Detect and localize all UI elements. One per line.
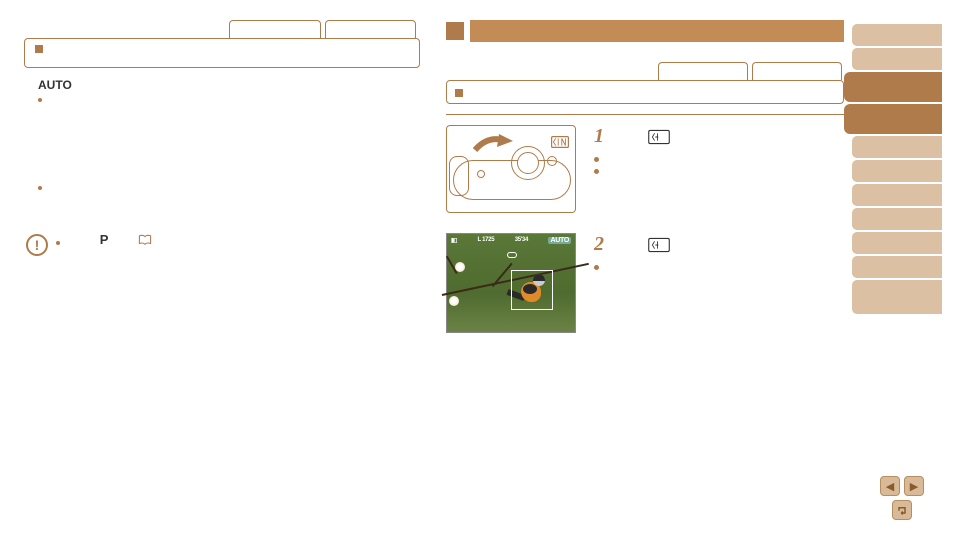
step2-bullet-1 xyxy=(594,260,844,270)
right-tab-2[interactable] xyxy=(752,62,842,80)
sidebar-tab-7[interactable] xyxy=(852,184,942,206)
return-icon xyxy=(896,504,908,516)
zoom-arrow-icon xyxy=(473,134,513,157)
left-tab-1[interactable] xyxy=(229,20,321,38)
overlay-time-remaining: 35'34 xyxy=(515,237,528,244)
banner-square-icon xyxy=(446,22,464,40)
af-frame-icon xyxy=(511,270,553,310)
step1-bullet-2 xyxy=(594,164,844,174)
square-bullet-icon xyxy=(455,89,463,97)
step-2: ▮▯ L 1725 35'34 AUTO xyxy=(446,233,844,333)
next-page-button[interactable]: ▶ xyxy=(904,476,924,496)
bullet-dot-icon xyxy=(38,98,42,102)
left-tab-2[interactable] xyxy=(325,20,417,38)
overlay-shots-remaining: L 1725 xyxy=(477,237,494,244)
right-tab-1[interactable] xyxy=(658,62,748,80)
overlay-indicator-icon xyxy=(507,252,517,258)
p-mode-icon: P xyxy=(100,232,109,247)
left-section-box xyxy=(24,38,420,68)
lcd-preview: ▮▯ L 1725 35'34 AUTO xyxy=(446,233,576,333)
sidebar-tab-6[interactable] xyxy=(852,160,942,182)
overlay-auto-badge: AUTO xyxy=(548,237,571,244)
camera-top-diagram xyxy=(446,125,576,213)
square-bullet-icon xyxy=(35,45,43,53)
banner-bar xyxy=(470,20,844,42)
left-bullet-1 xyxy=(24,92,420,102)
step-number-2: 2 xyxy=(594,233,604,256)
left-bullet-2 xyxy=(24,180,420,190)
bullet-dot-icon xyxy=(594,157,599,162)
overlay-battery-icon: ▮▯ xyxy=(451,237,457,244)
bullet-dot-icon xyxy=(594,265,599,270)
sidebar-tab-9[interactable] xyxy=(852,232,942,254)
sidebar-tab-5[interactable] xyxy=(852,136,942,158)
book-ref-icon xyxy=(138,234,152,246)
bullet-dot-icon xyxy=(56,241,60,245)
sidebar-tab-2[interactable] xyxy=(852,48,942,70)
sidebar-tab-1[interactable] xyxy=(852,24,942,46)
telephoto-icon xyxy=(648,129,670,145)
caution-icon: ! xyxy=(26,234,48,256)
step-1: 1 head xyxy=(446,125,844,213)
bullet-dot-icon xyxy=(38,186,42,190)
sidebar-tab-3[interactable] xyxy=(844,72,942,102)
prev-page-button[interactable]: ◀ xyxy=(880,476,900,496)
sidebar-tabs xyxy=(844,24,954,316)
bullet-dot-icon xyxy=(594,169,599,174)
return-button[interactable] xyxy=(892,500,912,520)
sidebar-tab-10[interactable] xyxy=(852,256,942,278)
auto-label: AUTO xyxy=(24,74,420,92)
divider xyxy=(446,114,844,115)
sidebar-tab-11[interactable] xyxy=(852,280,942,314)
telephoto-icon xyxy=(551,136,569,151)
section-banner xyxy=(446,20,844,42)
right-section-box xyxy=(446,80,844,104)
telephoto-icon xyxy=(648,237,670,253)
caution-note: ! text P text xyxy=(24,232,420,256)
step-number-1: 1 xyxy=(594,125,604,148)
step1-bullet-1 xyxy=(594,152,844,162)
sidebar-tab-4[interactable] xyxy=(844,104,942,134)
sidebar-tab-8[interactable] xyxy=(852,208,942,230)
